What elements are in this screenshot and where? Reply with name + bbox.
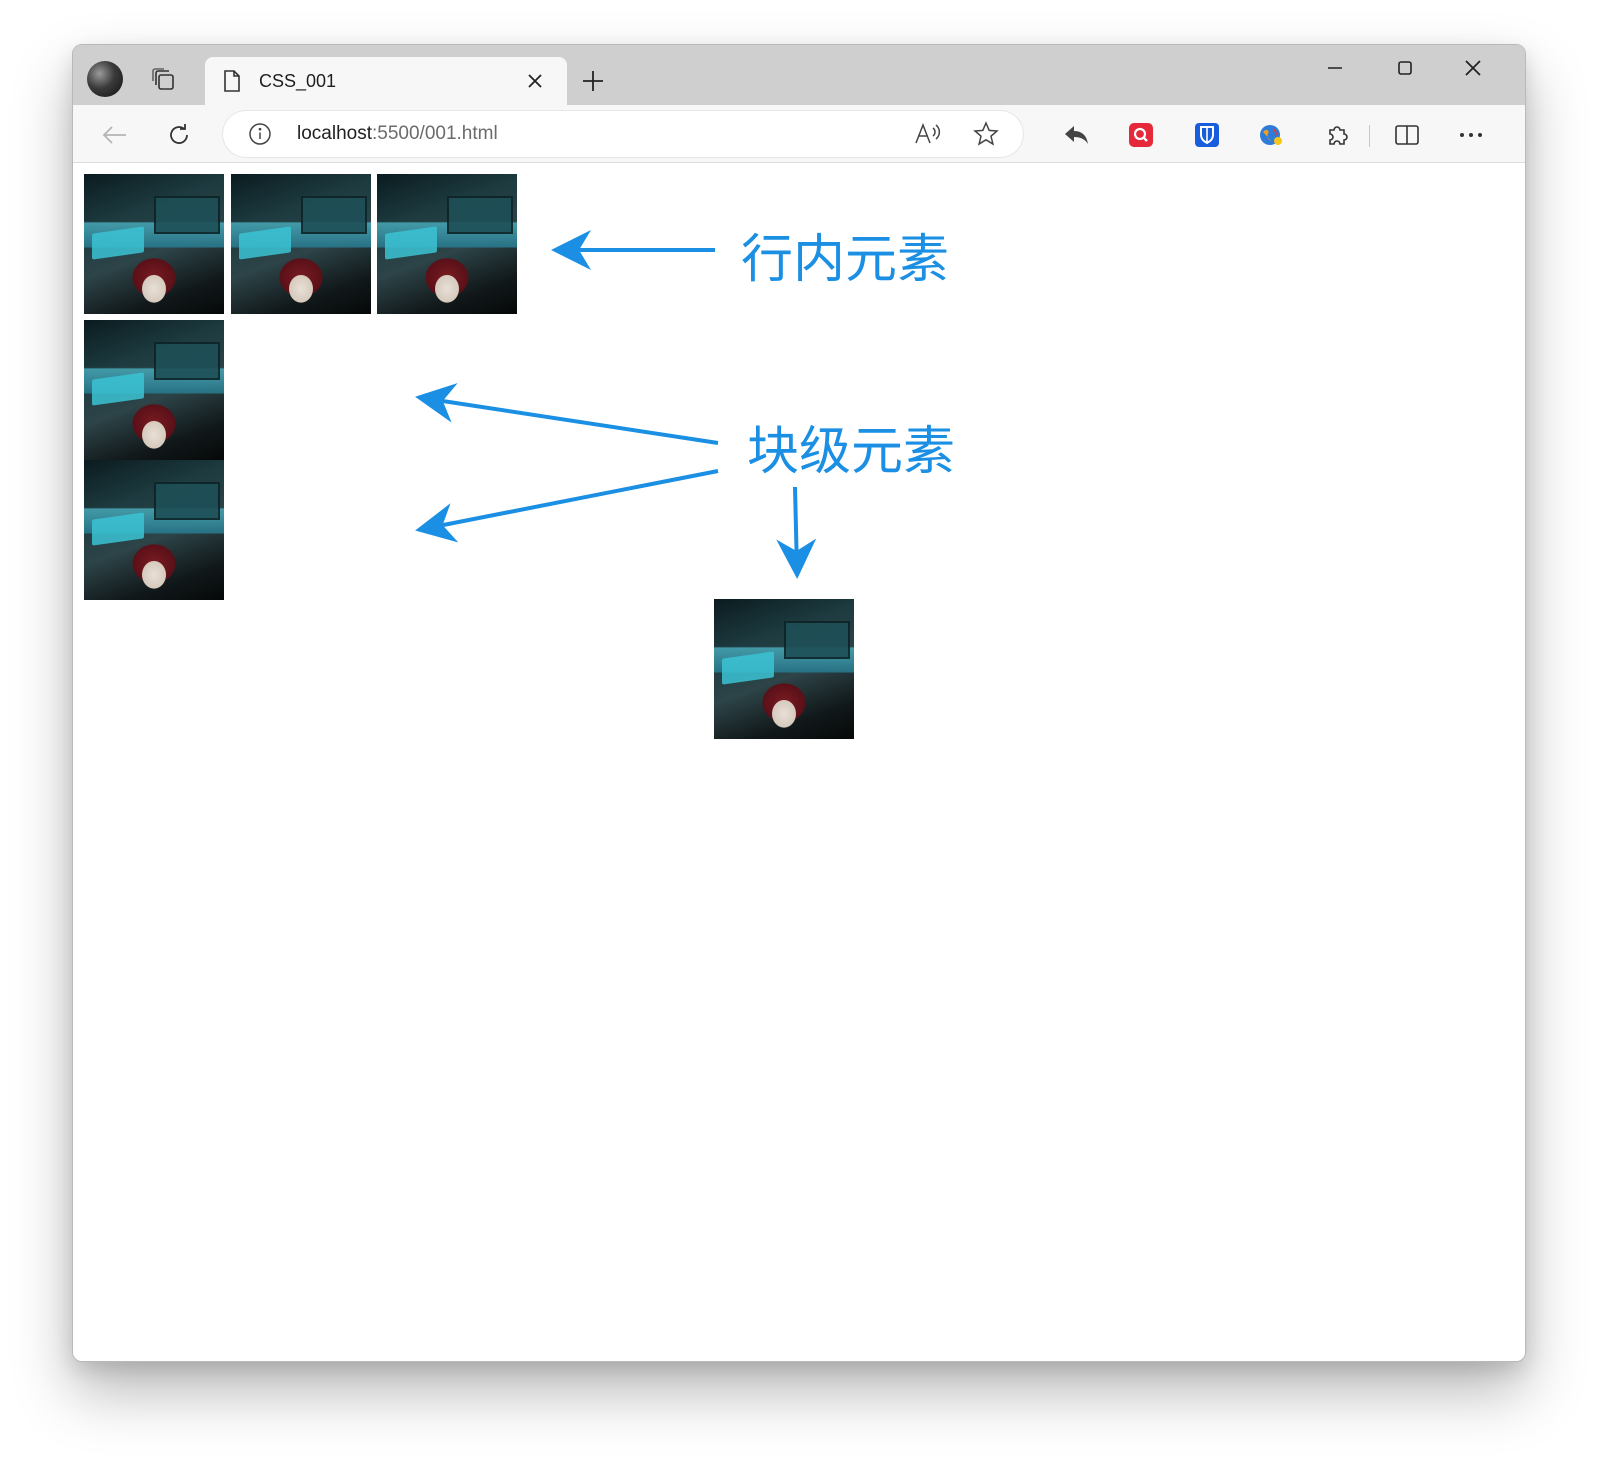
arrow-to-block-3 — [776, 486, 817, 579]
red-search-extension-icon[interactable] — [1127, 121, 1155, 149]
block-image-2 — [84, 460, 224, 600]
globe-extension-icon[interactable] — [1257, 121, 1285, 149]
info-icon[interactable] — [247, 121, 273, 147]
document-icon — [221, 69, 243, 93]
maximize-icon[interactable] — [1383, 53, 1427, 83]
arrow-to-block-1 — [415, 383, 719, 445]
inline-image-1 — [84, 174, 224, 314]
minimize-icon[interactable] — [1313, 53, 1357, 83]
split-screen-icon[interactable] — [1393, 121, 1421, 149]
profile-avatar[interactable] — [87, 61, 123, 97]
inline-image-3 — [377, 174, 517, 314]
block-image-1 — [84, 320, 224, 460]
reload-icon[interactable] — [161, 117, 197, 153]
tab-strip: CSS_001 — [73, 45, 1525, 105]
tab-title: CSS_001 — [259, 71, 337, 91]
star-icon[interactable] — [971, 120, 1001, 148]
shield-extension-icon[interactable] — [1193, 121, 1221, 149]
browser-toolbar: localhost:5500/001.html — [73, 105, 1525, 163]
browser-window: CSS_001 localhost:5500/001.html 行内元素 块级元… — [72, 44, 1526, 1362]
block-image-3 — [714, 599, 854, 739]
tab-active[interactable]: CSS_001 — [205, 57, 567, 105]
read-aloud-icon[interactable] — [913, 120, 943, 148]
arrow-to-block-2 — [415, 469, 719, 543]
plus-icon[interactable] — [579, 67, 607, 95]
share-back-icon[interactable] — [1063, 121, 1091, 149]
address-bar[interactable]: localhost:5500/001.html — [223, 111, 1023, 157]
close-icon[interactable] — [523, 69, 547, 93]
address-path: :5500/001.html — [372, 123, 498, 144]
puzzle-icon[interactable] — [1323, 121, 1351, 149]
page-viewport: 行内元素 块级元素 — [73, 163, 1525, 1361]
toolbar-divider — [1369, 125, 1370, 147]
back-arrow-icon[interactable] — [97, 117, 133, 153]
address-host: localhost — [297, 123, 372, 144]
tab-actions-icon[interactable] — [149, 65, 179, 95]
block-elements-label: 块级元素 — [747, 422, 956, 482]
window-close-icon[interactable] — [1451, 53, 1495, 83]
inline-elements-label: 行内元素 — [741, 230, 950, 290]
more-dots-icon[interactable] — [1457, 121, 1485, 149]
inline-image-2 — [231, 174, 371, 314]
address-url[interactable]: localhost:5500/001.html — [297, 123, 498, 145]
